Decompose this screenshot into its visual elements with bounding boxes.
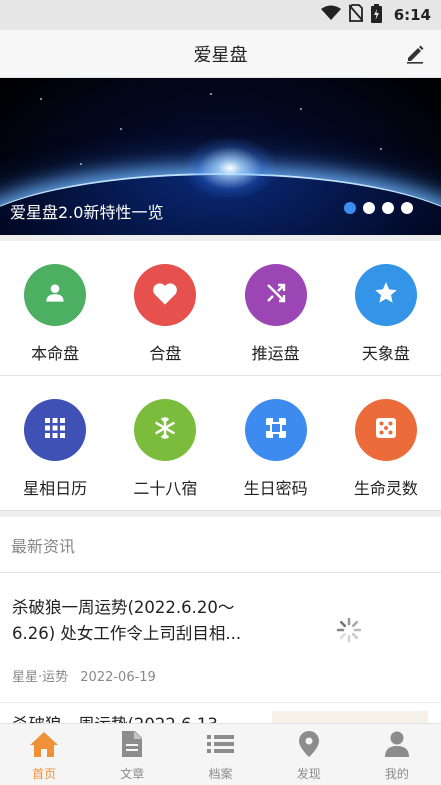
tab-archive[interactable]: 档案 — [176, 724, 264, 785]
list-icon — [206, 730, 236, 762]
crop-frame-icon — [264, 416, 288, 444]
feature-icon-circle — [244, 399, 307, 461]
sunrise-glow — [185, 138, 275, 198]
location-pin-icon — [297, 730, 321, 762]
shuffle-icon — [264, 281, 288, 309]
tab-label: 我的 — [384, 767, 409, 781]
star-decoration — [80, 163, 82, 165]
carousel-dot[interactable] — [363, 202, 375, 214]
feature-28-mansions[interactable]: 二十八宿 — [110, 376, 220, 510]
loading-spinner-icon — [336, 617, 362, 647]
person-icon — [42, 280, 68, 310]
star-decoration — [380, 148, 382, 150]
banner-caption: 爱星盘2.0新特性一览 — [10, 203, 164, 222]
feature-icon-circle — [354, 399, 417, 461]
snowflake-icon — [152, 415, 178, 445]
feature-label: 合盘 — [149, 344, 182, 363]
star-decoration — [40, 98, 42, 100]
news-source: 星星·运势 — [12, 670, 69, 685]
carousel-dot[interactable] — [382, 202, 394, 214]
star-decoration — [120, 128, 122, 130]
page-title: 爱星盘 — [193, 44, 248, 66]
feature-birthday-code[interactable]: 生日密码 — [221, 376, 331, 510]
feature-icon-circle — [24, 264, 87, 326]
heart-icon — [151, 280, 179, 310]
tab-discover[interactable]: 发现 — [265, 724, 353, 785]
tab-profile[interactable]: 我的 — [353, 724, 441, 785]
carousel-dot[interactable] — [401, 202, 413, 214]
banner-carousel[interactable]: 爱星盘2.0新特性一览 — [0, 78, 441, 235]
feature-icon-circle — [134, 399, 197, 461]
feature-label: 推运盘 — [251, 344, 300, 363]
no-sim-icon — [348, 4, 364, 26]
app-bar: 爱星盘 — [0, 30, 441, 78]
feature-icon-circle — [244, 264, 307, 326]
star-decoration — [210, 93, 212, 95]
feature-life-number[interactable]: 生命灵数 — [331, 376, 441, 510]
news-item[interactable]: 杀破狼一周运势(2022.6.20～6.26) 处女工作令上司刮目相... 星星… — [0, 573, 441, 703]
feature-progression[interactable]: 推运盘 — [221, 241, 331, 375]
feature-label: 生命灵数 — [353, 479, 418, 498]
status-time: 6:14 — [393, 6, 431, 24]
wifi-icon — [320, 5, 341, 25]
tab-label: 文章 — [120, 767, 145, 781]
feature-astro-calendar[interactable]: 星相日历 — [0, 376, 110, 510]
feature-icon-circle — [354, 264, 417, 326]
feature-label: 天象盘 — [361, 344, 410, 363]
tab-articles[interactable]: 文章 — [88, 724, 176, 785]
user-icon — [383, 730, 411, 762]
tab-label: 档案 — [208, 767, 233, 781]
news-meta: 星星·运势 2022-06-19 — [12, 666, 156, 685]
tab-home[interactable]: 首页 — [0, 724, 88, 785]
news-title: 杀破狼一周运势(2022.6.20～6.26) 处女工作令上司刮目相... — [12, 598, 242, 643]
star-decoration — [300, 108, 302, 110]
feature-icon-circle — [134, 264, 197, 326]
tab-label: 发现 — [296, 767, 321, 781]
battery-charging-icon — [370, 3, 382, 27]
feature-grid-row-2: 星相日历 二十八宿 生日密码 生命灵数 — [0, 376, 441, 511]
feature-synastry[interactable]: 合盘 — [110, 241, 220, 375]
star-icon — [373, 280, 399, 310]
document-icon — [119, 730, 145, 762]
feature-icon-circle — [24, 399, 87, 461]
news-date: 2022-06-19 — [80, 670, 156, 685]
pencil-icon[interactable] — [403, 42, 427, 66]
home-icon — [29, 730, 59, 762]
feature-label: 二十八宿 — [133, 479, 198, 498]
carousel-dot[interactable] — [344, 202, 356, 214]
feature-label: 生日密码 — [243, 479, 308, 498]
status-bar: 6:14 — [0, 0, 441, 30]
feature-natal-chart[interactable]: 本命盘 — [0, 241, 110, 375]
feature-label: 星相日历 — [23, 479, 88, 498]
news-section-heading: 最新资讯 — [0, 517, 441, 573]
bottom-tab-bar: 首页 文章 档案 发现 我的 — [0, 723, 441, 785]
feature-transit[interactable]: 天象盘 — [331, 241, 441, 375]
carousel-indicator — [344, 202, 413, 214]
feature-label: 本命盘 — [31, 344, 80, 363]
grid-icon — [44, 417, 66, 443]
dice-icon — [374, 416, 398, 444]
tab-label: 首页 — [32, 767, 57, 781]
feature-grid-row-1: 本命盘 合盘 推运盘 天象盘 — [0, 241, 441, 376]
